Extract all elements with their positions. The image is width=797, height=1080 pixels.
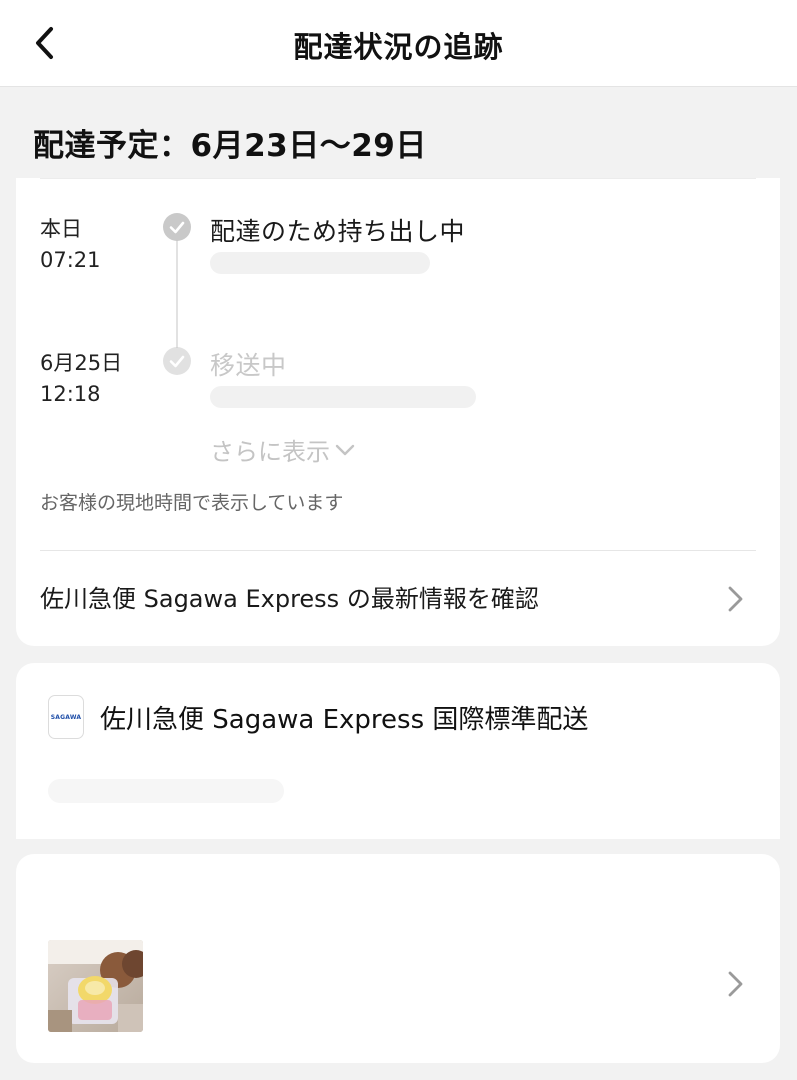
check-circle-icon [163,347,191,375]
event-date-block: 6月25日 12:18 [40,348,122,410]
product-card[interactable] [16,854,780,1063]
page-title: 配達状況の追跡 [293,30,504,64]
product-thumbnail [48,940,143,1032]
event-date: 6月25日 [40,351,123,375]
chevron-right-icon [728,971,743,997]
chevron-down-icon [335,444,355,455]
event-title: 配達のため持ち出し中 [210,217,466,246]
timeline-line [176,240,178,348]
carrier-name: 佐川急便 Sagawa Express 国際標準配送 [100,705,589,735]
event-time: 12:18 [40,382,101,406]
event-title: 移送中 [210,351,287,380]
carrier-updates-label: 佐川急便 Sagawa Express の最新情報を確認 [40,585,539,613]
chevron-right-icon [728,586,743,612]
carrier-updates-link[interactable]: 佐川急便 Sagawa Express の最新情報を確認 [16,551,780,646]
carrier-logo-text: SAGAWA [50,713,82,721]
top-bar: 配達状況の追跡 [0,0,797,87]
event-date: 本日 [40,217,82,241]
check-circle-icon [163,213,191,241]
carrier-logo: SAGAWA [48,695,84,739]
tracking-card: 本日 07:21 配達のため持ち出し中 6月25日 12:18 移送中 さらに表… [16,178,780,646]
event-detail-placeholder [210,386,476,408]
event-date-block: 本日 07:21 [40,214,101,276]
event-time: 07:21 [40,248,101,272]
delivery-estimate: 配達予定：6月23日〜29日 [33,128,427,164]
show-more-label: さらに表示 [210,438,330,466]
event-detail-placeholder [210,252,430,274]
tracking-number-placeholder [48,779,284,803]
show-more-button[interactable]: さらに表示 [210,432,356,467]
timezone-note: お客様の現地時間で表示しています [40,492,344,514]
carrier-card: SAGAWA 佐川急便 Sagawa Express 国際標準配送 [16,663,780,839]
